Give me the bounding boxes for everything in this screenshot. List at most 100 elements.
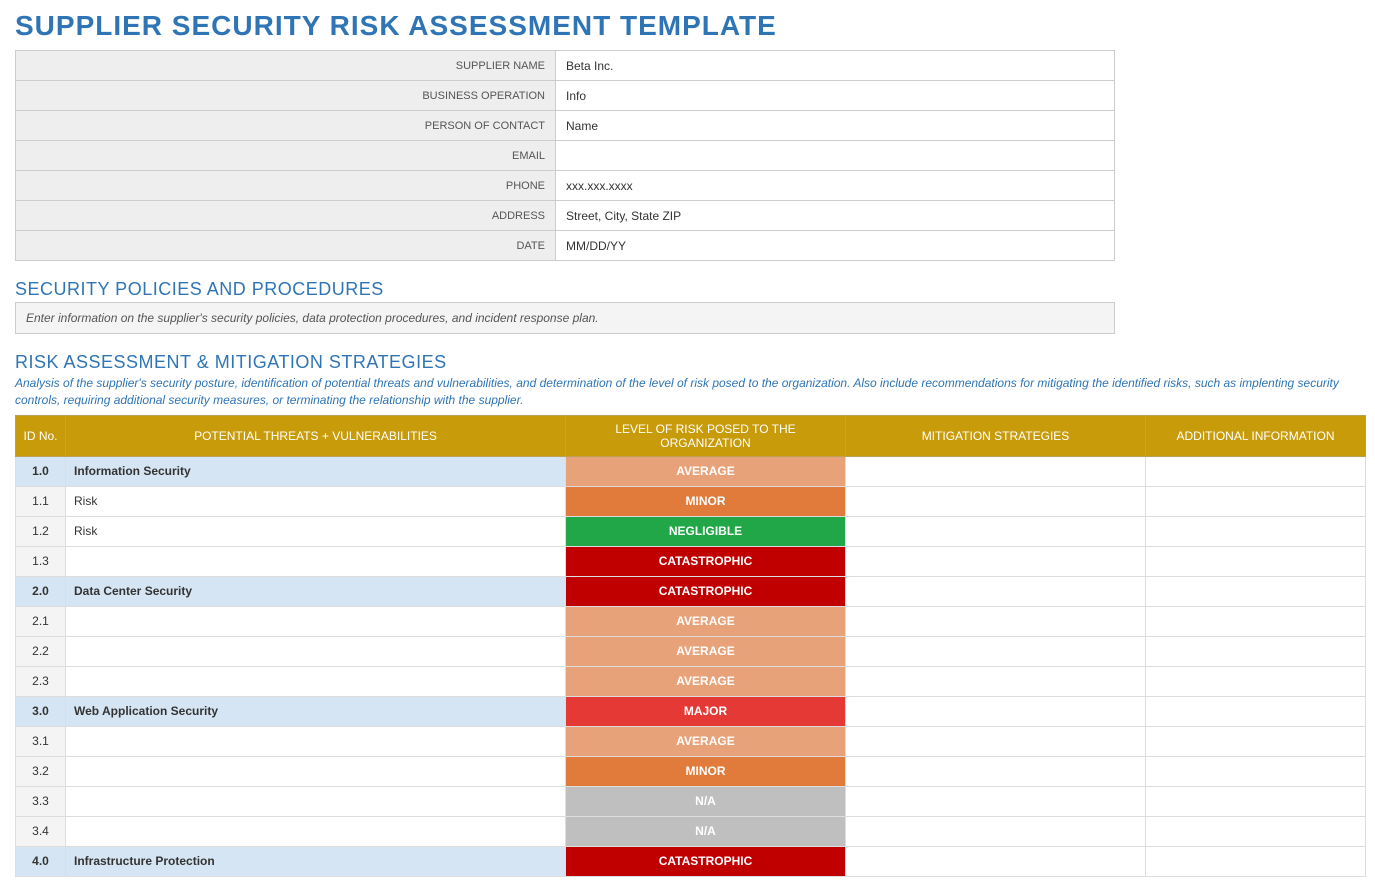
risk-additional[interactable] — [1146, 816, 1366, 846]
risk-level[interactable]: AVERAGE — [566, 636, 846, 666]
info-row: BUSINESS OPERATIONInfo — [16, 81, 1115, 111]
risk-id: 4.0 — [16, 846, 66, 876]
risk-additional[interactable] — [1146, 606, 1366, 636]
risk-additional[interactable] — [1146, 636, 1366, 666]
risk-id: 1.1 — [16, 486, 66, 516]
risk-row: 1.3 CATASTROPHIC — [16, 546, 1366, 576]
risk-threat[interactable] — [66, 636, 566, 666]
risk-additional[interactable] — [1146, 456, 1366, 486]
info-label: SUPPLIER NAME — [16, 51, 556, 81]
risk-id: 3.0 — [16, 696, 66, 726]
risk-level[interactable]: CATASTROPHIC — [566, 846, 846, 876]
info-value[interactable]: Name — [556, 111, 1115, 141]
risk-mitigation[interactable] — [846, 786, 1146, 816]
risk-threat[interactable] — [66, 756, 566, 786]
risk-threat[interactable]: Web Application Security — [66, 696, 566, 726]
info-value[interactable]: xxx.xxx.xxxx — [556, 171, 1115, 201]
risk-id: 3.3 — [16, 786, 66, 816]
risk-table: ID No.POTENTIAL THREATS + VULNERABILITIE… — [15, 415, 1366, 877]
risk-mitigation[interactable] — [846, 486, 1146, 516]
risk-mitigation[interactable] — [846, 606, 1146, 636]
info-label: BUSINESS OPERATION — [16, 81, 556, 111]
risk-threat[interactable] — [66, 546, 566, 576]
risk-mitigation[interactable] — [846, 546, 1146, 576]
info-label: DATE — [16, 231, 556, 261]
risk-additional[interactable] — [1146, 696, 1366, 726]
info-label: PHONE — [16, 171, 556, 201]
info-row: PERSON OF CONTACTName — [16, 111, 1115, 141]
risk-id: 2.2 — [16, 636, 66, 666]
risk-mitigation[interactable] — [846, 846, 1146, 876]
info-value[interactable]: Info — [556, 81, 1115, 111]
risk-id: 1.3 — [16, 546, 66, 576]
risk-additional[interactable] — [1146, 756, 1366, 786]
risk-threat[interactable] — [66, 606, 566, 636]
risk-mitigation[interactable] — [846, 516, 1146, 546]
risk-mitigation[interactable] — [846, 816, 1146, 846]
risk-threat[interactable]: Data Center Security — [66, 576, 566, 606]
risk-threat[interactable] — [66, 666, 566, 696]
risk-row: 1.2RiskNEGLIGIBLE — [16, 516, 1366, 546]
risk-level[interactable]: N/A — [566, 786, 846, 816]
risk-mitigation[interactable] — [846, 666, 1146, 696]
risk-row: 3.4N/A — [16, 816, 1366, 846]
risk-threat[interactable]: Information Security — [66, 456, 566, 486]
risk-mitigation[interactable] — [846, 636, 1146, 666]
risk-additional[interactable] — [1146, 726, 1366, 756]
risk-additional[interactable] — [1146, 516, 1366, 546]
risk-additional[interactable] — [1146, 486, 1366, 516]
risk-threat[interactable] — [66, 816, 566, 846]
risk-row: 3.2 MINOR — [16, 756, 1366, 786]
risk-level[interactable]: AVERAGE — [566, 456, 846, 486]
risk-threat[interactable] — [66, 786, 566, 816]
risk-additional[interactable] — [1146, 786, 1366, 816]
risk-level[interactable]: AVERAGE — [566, 606, 846, 636]
risk-threat[interactable]: Infrastructure Protection — [66, 846, 566, 876]
info-value[interactable] — [556, 141, 1115, 171]
risk-level[interactable]: AVERAGE — [566, 666, 846, 696]
risk-id: 1.2 — [16, 516, 66, 546]
risk-mitigation[interactable] — [846, 456, 1146, 486]
info-row: SUPPLIER NAMEBeta Inc. — [16, 51, 1115, 81]
risk-level[interactable]: MINOR — [566, 756, 846, 786]
risk-column-header: MITIGATION STRATEGIES — [846, 415, 1146, 456]
info-label: PERSON OF CONTACT — [16, 111, 556, 141]
risk-additional[interactable] — [1146, 576, 1366, 606]
risk-level[interactable]: N/A — [566, 816, 846, 846]
risk-threat[interactable] — [66, 726, 566, 756]
risk-column-header: ADDITIONAL INFORMATION — [1146, 415, 1366, 456]
page-title: SUPPLIER SECURITY RISK ASSESSMENT TEMPLA… — [15, 10, 1360, 42]
info-row: PHONExxx.xxx.xxxx — [16, 171, 1115, 201]
risk-additional[interactable] — [1146, 546, 1366, 576]
risk-additional[interactable] — [1146, 846, 1366, 876]
info-value[interactable]: Street, City, State ZIP — [556, 201, 1115, 231]
risk-mitigation[interactable] — [846, 726, 1146, 756]
risk-additional[interactable] — [1146, 666, 1366, 696]
risk-row: 2.3 AVERAGE — [16, 666, 1366, 696]
risk-row: 2.2 AVERAGE — [16, 636, 1366, 666]
risk-mitigation[interactable] — [846, 576, 1146, 606]
risk-id: 3.2 — [16, 756, 66, 786]
risk-row: 3.0Web Application SecurityMAJOR — [16, 696, 1366, 726]
info-row: EMAIL — [16, 141, 1115, 171]
risk-level[interactable]: CATASTROPHIC — [566, 546, 846, 576]
policies-input[interactable]: Enter information on the supplier's secu… — [15, 302, 1115, 334]
risk-level[interactable]: NEGLIGIBLE — [566, 516, 846, 546]
risk-heading: RISK ASSESSMENT & MITIGATION STRATEGIES — [15, 352, 1360, 373]
risk-level[interactable]: AVERAGE — [566, 726, 846, 756]
risk-level[interactable]: MAJOR — [566, 696, 846, 726]
risk-threat[interactable]: Risk — [66, 486, 566, 516]
risk-level[interactable]: CATASTROPHIC — [566, 576, 846, 606]
risk-mitigation[interactable] — [846, 756, 1146, 786]
info-value[interactable]: MM/DD/YY — [556, 231, 1115, 261]
risk-level[interactable]: MINOR — [566, 486, 846, 516]
info-row: DATEMM/DD/YY — [16, 231, 1115, 261]
risk-row: 3.1 AVERAGE — [16, 726, 1366, 756]
risk-id: 3.1 — [16, 726, 66, 756]
policies-heading: SECURITY POLICIES AND PROCEDURES — [15, 279, 1360, 300]
info-value[interactable]: Beta Inc. — [556, 51, 1115, 81]
risk-mitigation[interactable] — [846, 696, 1146, 726]
risk-threat[interactable]: Risk — [66, 516, 566, 546]
risk-id: 2.3 — [16, 666, 66, 696]
info-label: ADDRESS — [16, 201, 556, 231]
